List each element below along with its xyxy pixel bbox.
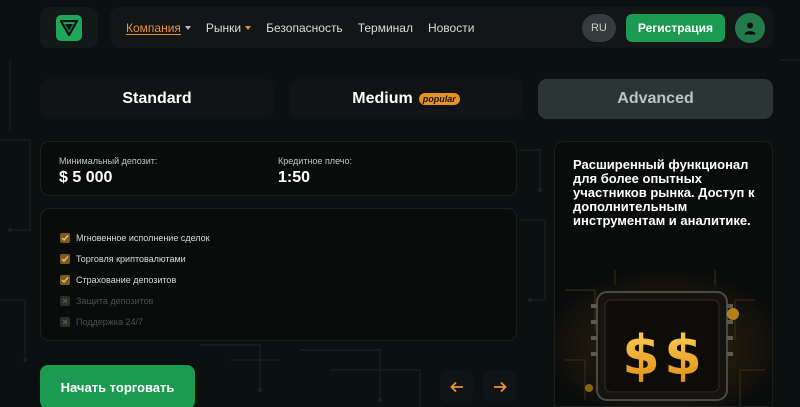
next-button[interactable] [483, 370, 516, 403]
tab-advanced[interactable]: Advanced [538, 79, 773, 119]
prev-button[interactable] [440, 370, 473, 403]
features-card: Мгновенное исполнение сделок Торговля кр… [40, 208, 517, 341]
nav-item-label: Новости [427, 20, 475, 35]
leverage-value: 1:50 [278, 169, 311, 186]
feature-label: Поддержка 24/7 [76, 316, 143, 327]
min-deposit-label: Минимальный депозит: [59, 156, 158, 166]
chevron-down-icon [184, 26, 191, 30]
min-deposit: Минимальный депозит: $ 5 000 [59, 156, 157, 187]
register-button[interactable]: Регистрация [625, 13, 725, 42]
feature-item: Торговля криптовалютами [60, 248, 210, 269]
feature-label: Торговля криптовалютами [76, 253, 186, 264]
svg-text:$: $ [622, 324, 660, 387]
nav-item-label: Безопасность [266, 20, 343, 35]
svg-text:$: $ [664, 324, 702, 387]
tab-standard[interactable]: Standard [40, 79, 274, 119]
nav-right: RU Регистрация [581, 12, 765, 43]
check-icon [60, 232, 70, 243]
cross-icon [60, 316, 70, 327]
user-icon [744, 22, 756, 34]
dollar-chip-illustration: $ $ [555, 270, 772, 406]
nav-item-company[interactable]: Компания [126, 21, 191, 35]
deposit-card: Минимальный депозит: $ 5 000 Кредитное п… [40, 141, 517, 196]
tab-label: Standard [122, 90, 192, 107]
popular-badge: popular [418, 93, 460, 105]
arrow-left-icon [449, 381, 463, 392]
feature-item-disabled: Защита депозитов [60, 290, 210, 311]
nav-item-markets[interactable]: Рынки [205, 20, 252, 35]
arrow-right-icon [493, 381, 507, 392]
feature-item-disabled: Поддержка 24/7 [60, 311, 210, 332]
nav-item-label: Рынки [205, 20, 242, 35]
cross-icon [60, 295, 70, 306]
start-trading-button[interactable]: Начать торговать [40, 365, 195, 407]
tab-medium[interactable]: Medium popular [289, 79, 523, 119]
nav-item-security[interactable]: Безопасность [266, 21, 343, 35]
nav-item-news[interactable]: Новости [428, 21, 474, 35]
tab-label: Medium [352, 90, 413, 107]
avatar[interactable] [735, 12, 765, 43]
check-icon [60, 274, 70, 285]
advanced-description: Расширенный функционал для более опытных… [573, 157, 755, 228]
min-deposit-value: $ 5 000 [59, 169, 113, 186]
nav-item-label: Терминал [357, 20, 413, 35]
advanced-info-card: Расширенный функционал для более опытных… [554, 141, 773, 407]
v-logo-icon [56, 14, 82, 41]
logo[interactable] [40, 7, 98, 48]
nav-item-terminal[interactable]: Терминал [358, 21, 413, 35]
nav-links: Компания Рынки Безопасность Терминал Нов… [126, 21, 474, 35]
feature-label: Страхование депозитов [76, 274, 177, 285]
top-navbar: Компания Рынки Безопасность Терминал Нов… [110, 7, 773, 48]
feature-item: Страхование депозитов [60, 269, 210, 290]
feature-item: Мгновенное исполнение сделок [60, 227, 210, 248]
tab-label: Advanced [617, 90, 694, 107]
nav-item-label: Компания [126, 20, 181, 35]
leverage-label: Кредитное плечо: [278, 156, 352, 166]
language-switch[interactable]: RU [581, 13, 616, 42]
feature-label: Мгновенное исполнение сделок [76, 232, 210, 243]
check-icon [60, 253, 70, 264]
features-list: Мгновенное исполнение сделок Торговля кр… [60, 227, 210, 332]
feature-label: Защита депозитов [76, 295, 154, 306]
leverage: Кредитное плечо: 1:50 [278, 156, 352, 187]
chevron-down-icon [245, 26, 252, 30]
